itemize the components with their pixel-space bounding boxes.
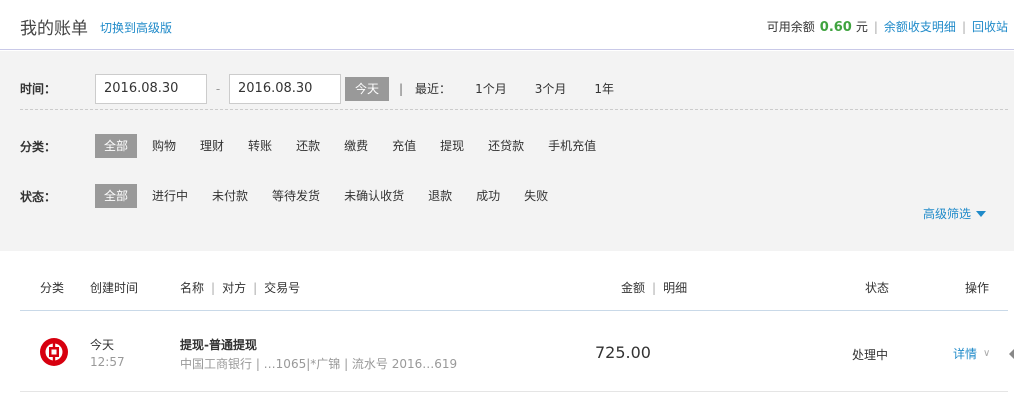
transaction-status: 处理中	[852, 348, 889, 362]
category-bills[interactable]: 缴费	[335, 134, 377, 158]
transaction-name: 提现-普通提现	[180, 338, 257, 352]
status-success[interactable]: 成功	[467, 184, 509, 208]
chevron-down-icon: ∨	[983, 348, 991, 359]
status-filter-row: 状态： 全部 进行中 未付款 等待发货 未确认收货 退款 成功 失败	[20, 184, 1008, 208]
col-action: 操作	[965, 281, 990, 295]
end-date-input[interactable]	[229, 73, 341, 104]
range-3-months[interactable]: 3个月	[535, 80, 567, 97]
col-trade-no: 交易号	[264, 281, 301, 295]
col-name: 名称	[180, 281, 205, 295]
table-row: 今天 12:57 提现-普通提现 中国工商银行 | …1065|*广锦 | 流水…	[20, 312, 1014, 392]
details-button[interactable]: 详情 ∨	[953, 345, 990, 362]
caret-down-icon	[976, 210, 986, 217]
category-topup[interactable]: 充值	[383, 134, 425, 158]
transaction-amount: 725.00	[595, 343, 651, 362]
separator: |	[873, 20, 878, 34]
category-all[interactable]: 全部	[95, 134, 138, 158]
advanced-filter-link[interactable]: 高级筛选	[923, 205, 986, 222]
status-unconfirmed-receipt[interactable]: 未确认收货	[335, 184, 413, 208]
filter-panel: 时间： - 今天 | 最近： 1个月 3个月 1年 分类： 全部 购物 理财 转…	[0, 51, 1014, 251]
status-in-progress[interactable]: 进行中	[143, 184, 197, 208]
today-button[interactable]: 今天	[345, 76, 389, 101]
time-label: 时间：	[20, 82, 57, 96]
divider: |	[399, 81, 404, 96]
separator: |	[253, 281, 258, 295]
balance-area: 可用余额 0.60 元 | 余额收支明细 | 回收站	[767, 18, 1008, 35]
created-day: 今天	[90, 338, 115, 352]
start-date-input[interactable]	[95, 73, 207, 104]
icbc-logo-icon	[40, 338, 68, 366]
recent-label: 最近：	[415, 82, 452, 96]
category-filter-row: 分类： 全部 购物 理财 转账 还款 缴费 充值 提现 还贷款 手机充值	[20, 134, 1008, 158]
status-refund[interactable]: 退款	[419, 184, 461, 208]
details-label: 详情	[953, 347, 978, 361]
status-unpaid[interactable]: 未付款	[203, 184, 257, 208]
transaction-info: 中国工商银行 | …1065|*广锦 | 流水号 2016…619	[180, 357, 458, 371]
balance-value: 0.60	[819, 20, 852, 35]
balance-detail-link[interactable]: 余额收支明细	[884, 18, 956, 35]
col-category: 分类	[40, 281, 65, 295]
category-transfer[interactable]: 转账	[239, 134, 281, 158]
col-amount-group: 金额 | 明细	[621, 279, 687, 296]
range-1-month[interactable]: 1个月	[475, 80, 507, 97]
divider-line	[20, 109, 1008, 110]
time-filter-row: 时间： - 今天 | 最近： 1个月 3个月 1年	[20, 66, 1008, 111]
separator: |	[961, 20, 966, 34]
switch-advanced-link[interactable]: 切换到高级版	[100, 19, 172, 36]
category-loan-repayment[interactable]: 还贷款	[479, 134, 533, 158]
status-all[interactable]: 全部	[95, 184, 138, 208]
balance-label: 可用余额	[766, 20, 815, 34]
category-shopping[interactable]: 购物	[143, 134, 185, 158]
range-1-year[interactable]: 1年	[594, 80, 614, 97]
table-header: 分类 创建时间 名称 | 对方 | 交易号 金额 | 明细 状态 操作	[20, 263, 1008, 311]
status-failed[interactable]: 失败	[515, 184, 557, 208]
created-time: 12:57	[90, 355, 125, 369]
col-amount: 金额	[621, 281, 646, 295]
col-counterparty: 对方	[222, 281, 247, 295]
recycle-bin-link[interactable]: 回收站	[972, 18, 1008, 35]
date-separator: -	[215, 81, 221, 96]
separator: |	[652, 281, 657, 295]
status-label: 状态：	[20, 189, 57, 204]
page-header: 我的账单 切换到高级版 可用余额 0.60 元 | 余额收支明细 | 回收站	[0, 0, 1014, 50]
col-created-time: 创建时间	[90, 281, 139, 295]
category-label: 分类：	[20, 139, 57, 154]
separator: |	[211, 281, 216, 295]
category-repayment[interactable]: 还款	[287, 134, 329, 158]
page-title: 我的账单	[20, 19, 88, 39]
col-name-group: 名称 | 对方 | 交易号	[180, 279, 300, 296]
balance-unit: 元	[855, 20, 868, 34]
category-finance[interactable]: 理财	[191, 134, 233, 158]
col-status: 状态	[865, 281, 890, 295]
category-withdraw[interactable]: 提现	[431, 134, 473, 158]
arrow-left-icon	[1009, 349, 1014, 359]
col-detail: 明细	[663, 281, 688, 295]
advanced-filter-label: 高级筛选	[922, 207, 971, 221]
status-awaiting-shipment[interactable]: 等待发货	[263, 184, 329, 208]
category-mobile-topup[interactable]: 手机充值	[539, 134, 605, 158]
